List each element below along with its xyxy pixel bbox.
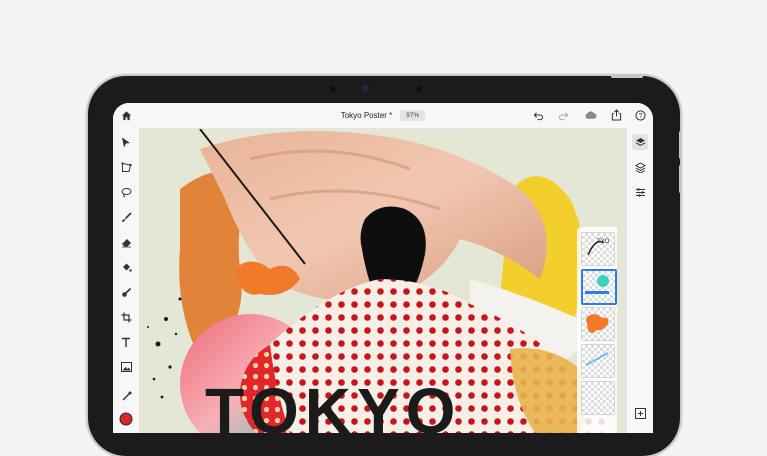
layers-panel: TYO (577, 227, 617, 433)
front-camera (362, 85, 369, 92)
tool-sidebar (113, 128, 140, 433)
eyedropper-icon[interactable] (118, 388, 134, 404)
adjustments-icon[interactable] (632, 184, 648, 200)
top-button (611, 75, 643, 78)
add-layer-icon[interactable] (632, 405, 648, 421)
artboard-canvas[interactable]: TOKYO (140, 129, 626, 433)
fill-icon[interactable] (118, 259, 134, 275)
sensor-right (416, 86, 422, 92)
layer-thumbnail-5[interactable] (581, 381, 615, 415)
volume-up-button (679, 131, 682, 159)
top-toolbar: Tokyo Poster * 97% ? (113, 103, 653, 129)
redo-icon[interactable] (556, 108, 570, 122)
spatter-dots (147, 297, 182, 399)
help-icon[interactable]: ? (633, 108, 647, 122)
zoom-level[interactable]: 97% (400, 110, 426, 121)
cloud-icon[interactable] (583, 108, 597, 122)
transform-icon[interactable] (118, 159, 134, 175)
lasso-icon[interactable] (118, 184, 134, 200)
volume-down-button (679, 165, 682, 193)
image-icon[interactable] (118, 359, 134, 375)
layers-icon[interactable] (632, 134, 648, 150)
right-sidebar (626, 128, 653, 433)
svg-text:?: ? (638, 112, 642, 119)
smudge-icon[interactable] (118, 284, 134, 300)
eraser-icon[interactable] (118, 234, 134, 250)
document-title[interactable]: Tokyo Poster * (341, 111, 393, 120)
document-title-area: Tokyo Poster * 97% (113, 103, 653, 128)
sensor-left (330, 86, 336, 92)
svg-text:TYO: TYO (597, 239, 610, 245)
text-icon[interactable] (118, 334, 134, 350)
brush-icon[interactable] (118, 209, 134, 225)
layer-thumbnail-2[interactable] (581, 269, 617, 305)
layer-properties-icon[interactable] (632, 159, 648, 175)
layer-thumbnail-4[interactable] (581, 344, 615, 378)
undo-icon[interactable] (531, 108, 545, 122)
poster-title-text: TOKYO (205, 375, 461, 433)
crop-icon[interactable] (118, 309, 134, 325)
app-screen: Tokyo Poster * 97% ? TOKYO TYO (113, 103, 653, 433)
select-icon[interactable] (118, 134, 134, 150)
color-swatch-icon[interactable] (118, 411, 134, 427)
layer-thumbnail-1[interactable]: TYO (581, 232, 615, 266)
share-icon[interactable] (609, 108, 623, 122)
layer-thumbnail-3[interactable] (581, 307, 615, 341)
